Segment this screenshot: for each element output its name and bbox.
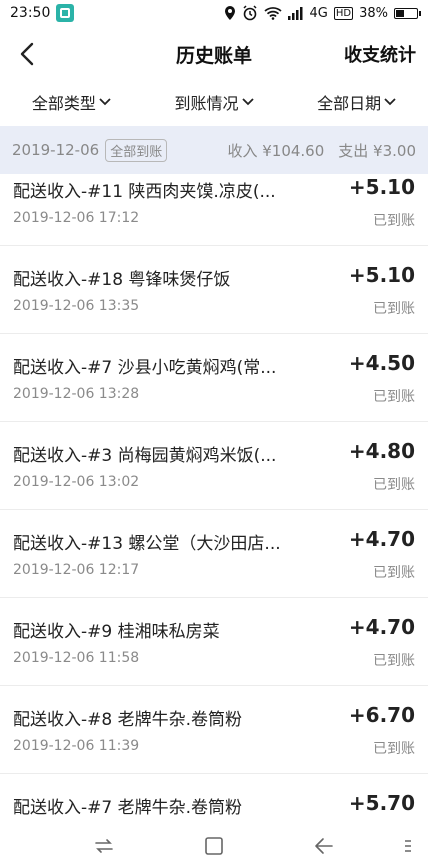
switch-apps-icon[interactable] bbox=[93, 836, 115, 856]
item-time: 2019-12-06 12:17 bbox=[13, 562, 140, 578]
item-title: 配送收入-#11 陕西肉夹馍.凉皮(... bbox=[13, 182, 276, 202]
item-time: 2019-12-06 13:02 bbox=[13, 474, 140, 490]
item-time: 2019-12-06 17:12 bbox=[13, 210, 140, 226]
filter-date-label: 全部日期 bbox=[317, 94, 382, 113]
summary-income: 收入 ¥104.60 bbox=[227, 141, 325, 160]
filter-arrival-label: 到账情况 bbox=[174, 94, 239, 113]
list-item[interactable]: 配送收入-#3 尚梅园黄焖鸡米饭(... 2019-12-06 13:02 +4… bbox=[0, 422, 428, 510]
item-time: 2019-12-06 11:39 bbox=[13, 738, 140, 754]
item-title: 配送收入-#18 粤锋味煲仔饭 bbox=[13, 270, 231, 290]
item-amount: +6.70 bbox=[348, 703, 415, 727]
list-item[interactable]: 配送收入-#18 粤锋味煲仔饭 2019-12-06 13:35 +5.10 已… bbox=[0, 246, 428, 334]
battery-icon bbox=[394, 7, 421, 19]
item-status: 已到账 bbox=[373, 565, 415, 581]
home-square-icon[interactable] bbox=[203, 836, 225, 856]
item-title: 配送收入-#3 尚梅园黄焖鸡米饭(... bbox=[13, 446, 277, 466]
chevron-down-icon bbox=[99, 98, 111, 106]
item-amount: +5.10 bbox=[348, 263, 415, 287]
summary-date: 2019-12-06 bbox=[12, 141, 100, 159]
item-status: 已到账 bbox=[373, 477, 415, 493]
chevron-down-icon bbox=[241, 98, 254, 106]
item-title: 配送收入-#7 老牌牛杂.卷筒粉 bbox=[13, 798, 243, 818]
hd-badge: HD bbox=[333, 6, 354, 20]
item-amount: +4.80 bbox=[348, 439, 415, 463]
chevron-down-icon bbox=[384, 98, 396, 106]
transaction-list[interactable]: 配送收入-#11 陕西肉夹馍.凉皮(... 2019-12-06 17:12 +… bbox=[0, 174, 428, 824]
status-icons: 4G HD 38% bbox=[224, 5, 421, 21]
list-item[interactable]: 配送收入-#11 陕西肉夹馍.凉皮(... 2019-12-06 17:12 +… bbox=[0, 174, 428, 246]
item-amount: +4.70 bbox=[348, 527, 415, 551]
alarm-icon bbox=[242, 5, 257, 21]
item-amount: +4.50 bbox=[348, 351, 415, 375]
item-time: 2019-12-06 13:28 bbox=[13, 386, 140, 402]
location-icon bbox=[224, 6, 235, 20]
filter-type-dropdown[interactable]: 全部类型 bbox=[0, 90, 143, 114]
scan-icon bbox=[56, 4, 75, 22]
list-item[interactable]: 配送收入-#7 沙县小吃黄焖鸡(常... 2019-12-06 13:28 +4… bbox=[0, 334, 428, 422]
item-title: 配送收入-#13 螺公堂（大沙田店... bbox=[13, 534, 281, 554]
system-nav-bar bbox=[0, 824, 428, 868]
income-expense-stats-button[interactable]: 收支统计 bbox=[344, 41, 416, 67]
app-header: 历史账单 收支统计 bbox=[0, 26, 428, 82]
item-title: 配送收入-#8 老牌牛杂.卷筒粉 bbox=[13, 710, 243, 730]
item-time: 2019-12-06 13:35 bbox=[13, 298, 140, 314]
wifi-icon bbox=[263, 7, 282, 20]
filter-type-label: 全部类型 bbox=[31, 94, 96, 113]
item-status: 已到账 bbox=[373, 213, 415, 229]
item-status: 已到账 bbox=[373, 653, 415, 669]
battery-percent: 38% bbox=[359, 5, 388, 21]
list-item[interactable]: 配送收入-#13 螺公堂（大沙田店... 2019-12-06 12:17 +4… bbox=[0, 510, 428, 598]
list-item[interactable]: 配送收入-#9 桂湘味私房菜 2019-12-06 11:58 +4.70 已到… bbox=[0, 598, 428, 686]
item-time: 2019-12-06 11:58 bbox=[13, 650, 140, 666]
date-summary-bar: 2019-12-06 全部到账 收入 ¥104.60 支出 ¥3.00 bbox=[0, 126, 428, 174]
summary-expense: 支出 ¥3.00 bbox=[338, 141, 416, 160]
item-amount: +4.70 bbox=[348, 615, 415, 639]
item-status: 已到账 bbox=[373, 741, 415, 757]
filter-bar: 全部类型 到账情况 全部日期 bbox=[0, 82, 428, 122]
status-bar: 23:50 4G HD 38% bbox=[0, 0, 428, 26]
signal-icon bbox=[287, 6, 302, 20]
status-badge: 全部到账 bbox=[105, 138, 168, 162]
list-item[interactable]: 配送收入-#7 老牌牛杂.卷筒粉 +5.70 bbox=[0, 774, 428, 824]
back-nav-icon[interactable] bbox=[313, 836, 335, 856]
list-item[interactable]: 配送收入-#8 老牌牛杂.卷筒粉 2019-12-06 11:39 +6.70 … bbox=[0, 686, 428, 774]
item-status: 已到账 bbox=[373, 389, 415, 405]
item-amount: +5.10 bbox=[348, 175, 415, 199]
filter-date-dropdown[interactable]: 全部日期 bbox=[285, 90, 428, 114]
item-title: 配送收入-#9 桂湘味私房菜 bbox=[13, 622, 220, 642]
menu-icon[interactable] bbox=[402, 836, 414, 856]
back-arrow-icon[interactable] bbox=[14, 40, 42, 68]
item-amount: +5.70 bbox=[348, 791, 415, 815]
filter-arrival-dropdown[interactable]: 到账情况 bbox=[143, 90, 286, 114]
clock: 23:50 bbox=[10, 5, 51, 21]
item-status: 已到账 bbox=[373, 301, 415, 317]
item-title: 配送收入-#7 沙县小吃黄焖鸡(常... bbox=[13, 358, 277, 378]
network-type: 4G bbox=[309, 5, 328, 21]
